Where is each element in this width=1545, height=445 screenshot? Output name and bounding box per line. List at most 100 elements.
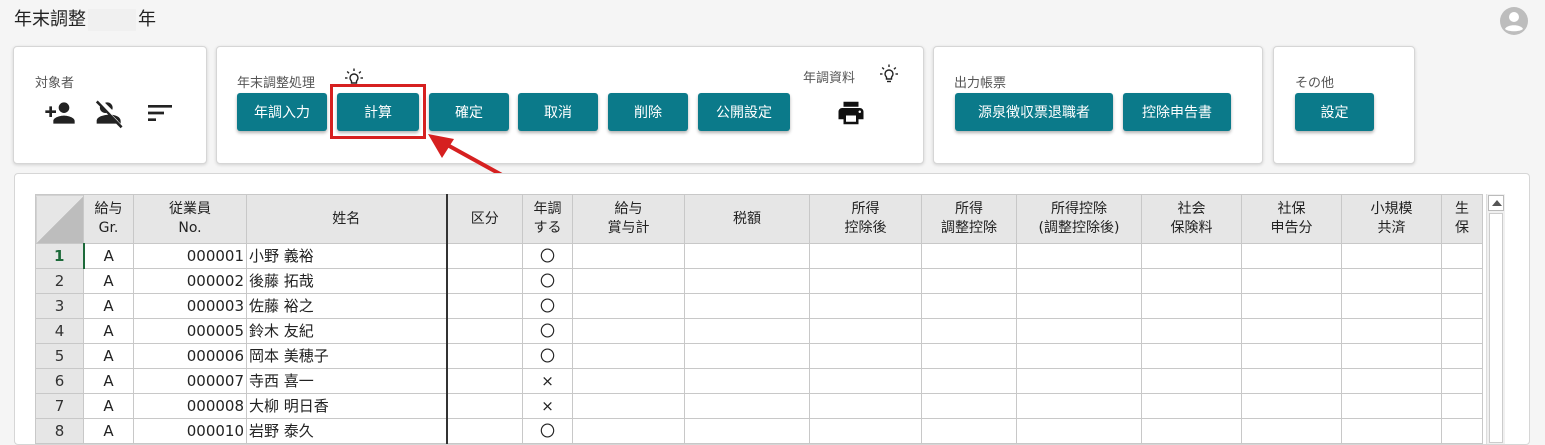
person-off-icon[interactable] (94, 97, 126, 129)
cell-emp-no[interactable]: 000001 (133, 243, 247, 269)
table-row[interactable]: 5 A 000006 岡本 美穂子 〇 (35, 343, 1483, 369)
cell-income-deduction[interactable] (1016, 368, 1142, 394)
row-number[interactable]: 6 (35, 368, 84, 394)
col-header-life-insurance[interactable]: 生 保 (1441, 194, 1483, 244)
cell-life-insurance[interactable] (1441, 393, 1483, 419)
settei-button[interactable]: 設定 (1295, 93, 1374, 131)
cell-nencho[interactable]: 〇 (522, 268, 573, 294)
printer-icon[interactable] (836, 98, 866, 128)
sort-icon[interactable] (144, 97, 176, 129)
cell-salary[interactable] (572, 293, 685, 319)
cell-life-insurance[interactable] (1441, 368, 1483, 394)
cell-small-mutual[interactable] (1341, 343, 1442, 369)
cell-kubun[interactable] (446, 343, 523, 369)
cell-name[interactable]: 大柳 明日香 (246, 393, 448, 419)
add-person-icon[interactable] (44, 97, 76, 129)
cell-social-declared[interactable] (1241, 243, 1342, 269)
cell-income-deduction[interactable] (1016, 293, 1142, 319)
cell-small-mutual[interactable] (1341, 243, 1442, 269)
cell-adjustment[interactable] (921, 268, 1017, 294)
cell-social-declared[interactable] (1241, 268, 1342, 294)
vertical-scrollbar[interactable] (1486, 194, 1505, 444)
col-header-gr[interactable]: 給与 Gr. (83, 194, 134, 244)
cell-income-deduction[interactable] (1016, 418, 1142, 444)
cell-income-deduction[interactable] (1016, 393, 1142, 419)
grid-corner[interactable] (35, 194, 84, 244)
cell-social-declared[interactable] (1241, 393, 1342, 419)
cell-small-mutual[interactable] (1341, 393, 1442, 419)
cell-gr[interactable]: A (83, 293, 134, 319)
account-circle-icon[interactable] (1499, 6, 1529, 36)
cell-adjustment[interactable] (921, 243, 1017, 269)
cell-after-deduction[interactable] (809, 293, 922, 319)
cell-small-mutual[interactable] (1341, 318, 1442, 344)
kojo-shinkoku-button[interactable]: 控除申告書 (1123, 93, 1231, 131)
col-header-small-mutual[interactable]: 小規模 共済 (1341, 194, 1442, 244)
col-header-social-declared[interactable]: 社保 申告分 (1241, 194, 1342, 244)
cell-kubun[interactable] (446, 293, 523, 319)
cell-salary[interactable] (572, 418, 685, 444)
row-number[interactable]: 8 (35, 418, 84, 444)
table-row[interactable]: 7 A 000008 大柳 明日香 × (35, 393, 1483, 419)
table-row[interactable]: 3 A 000003 佐藤 裕之 〇 (35, 293, 1483, 319)
cell-emp-no[interactable]: 000007 (133, 368, 247, 394)
cell-income-deduction[interactable] (1016, 318, 1142, 344)
cell-name[interactable]: 岩野 泰久 (246, 418, 448, 444)
cell-nencho[interactable]: 〇 (522, 243, 573, 269)
cell-adjustment[interactable] (921, 418, 1017, 444)
cell-tax[interactable] (684, 268, 810, 294)
col-header-kubun[interactable]: 区分 (446, 194, 523, 244)
cell-social-declared[interactable] (1241, 318, 1342, 344)
row-number[interactable]: 2 (35, 268, 84, 294)
table-row[interactable]: 4 A 000005 鈴木 友紀 〇 (35, 318, 1483, 344)
cell-salary[interactable] (572, 368, 685, 394)
cell-tax[interactable] (684, 393, 810, 419)
gensen-choshuhyo-button[interactable]: 源泉徴収票退職者 (955, 93, 1113, 131)
cell-life-insurance[interactable] (1441, 268, 1483, 294)
lightbulb-icon[interactable] (877, 63, 901, 85)
cell-name[interactable]: 佐藤 裕之 (246, 293, 448, 319)
cell-small-mutual[interactable] (1341, 368, 1442, 394)
table-row[interactable]: 2 A 000002 後藤 拓哉 〇 (35, 268, 1483, 294)
cell-after-deduction[interactable] (809, 418, 922, 444)
cell-after-deduction[interactable] (809, 243, 922, 269)
cell-name[interactable]: 岡本 美穂子 (246, 343, 448, 369)
cell-tax[interactable] (684, 368, 810, 394)
cell-kubun[interactable] (446, 268, 523, 294)
cell-kubun[interactable] (446, 393, 523, 419)
col-header-social-insurance[interactable]: 社会 保険料 (1141, 194, 1242, 244)
cell-emp-no[interactable]: 000006 (133, 343, 247, 369)
cell-tax[interactable] (684, 293, 810, 319)
cell-name[interactable]: 後藤 拓哉 (246, 268, 448, 294)
cell-social-insurance[interactable] (1141, 318, 1242, 344)
cell-adjustment[interactable] (921, 318, 1017, 344)
cell-name[interactable]: 寺西 喜一 (246, 368, 448, 394)
cell-after-deduction[interactable] (809, 393, 922, 419)
row-number[interactable]: 4 (35, 318, 84, 344)
cell-small-mutual[interactable] (1341, 268, 1442, 294)
cell-social-insurance[interactable] (1141, 393, 1242, 419)
cell-social-declared[interactable] (1241, 418, 1342, 444)
cell-salary[interactable] (572, 343, 685, 369)
col-header-tax[interactable]: 税額 (684, 194, 810, 244)
cell-small-mutual[interactable] (1341, 418, 1442, 444)
cell-social-insurance[interactable] (1141, 268, 1242, 294)
cell-adjustment[interactable] (921, 343, 1017, 369)
cell-tax[interactable] (684, 343, 810, 369)
cell-nencho[interactable]: × (522, 393, 573, 419)
cell-salary[interactable] (572, 393, 685, 419)
kakutei-button[interactable]: 確定 (429, 93, 509, 131)
cell-adjustment[interactable] (921, 293, 1017, 319)
cell-income-deduction[interactable] (1016, 243, 1142, 269)
cell-name[interactable]: 小野 義裕 (246, 243, 448, 269)
cell-emp-no[interactable]: 000008 (133, 393, 247, 419)
cell-kubun[interactable] (446, 243, 523, 269)
cell-gr[interactable]: A (83, 243, 134, 269)
col-header-emp-no[interactable]: 従業員 No. (133, 194, 247, 244)
cell-salary[interactable] (572, 268, 685, 294)
cell-gr[interactable]: A (83, 318, 134, 344)
cell-gr[interactable]: A (83, 368, 134, 394)
cell-nencho[interactable]: 〇 (522, 343, 573, 369)
cell-nencho[interactable]: 〇 (522, 418, 573, 444)
cell-emp-no[interactable]: 000005 (133, 318, 247, 344)
